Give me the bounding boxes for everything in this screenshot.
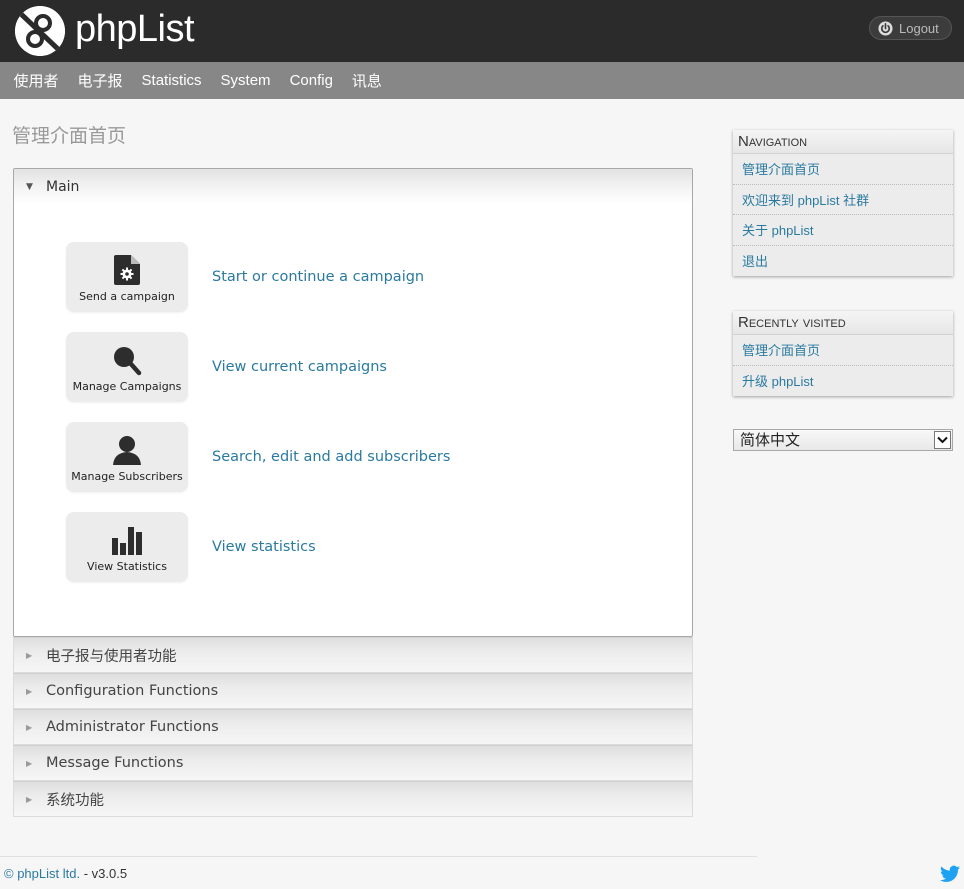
- recent-item-admin-home[interactable]: 管理介面首页: [733, 335, 953, 366]
- phplist-logo[interactable]: phpList: [15, 6, 195, 56]
- magnifier-icon: [114, 347, 142, 376]
- accordion-header-newsletter-user-functions[interactable]: ▶ 电子报与使用者功能: [14, 638, 692, 672]
- top-bar: phpList Logout: [0, 0, 964, 62]
- accordion-section-administrator-functions: ▶ Administrator Functions: [13, 709, 693, 745]
- view-statistics-tile[interactable]: View Statistics: [66, 512, 188, 582]
- user-icon: [113, 436, 141, 465]
- recent-link[interactable]: 管理介面首页: [742, 340, 820, 359]
- nav-link[interactable]: 管理介面首页: [742, 159, 820, 178]
- recently-visited-title: Recently visited: [733, 311, 953, 335]
- dashboard-accordion: ▼ Main Send a campaign Start or continue…: [13, 168, 693, 817]
- nav-item-logout[interactable]: 退出: [733, 246, 953, 277]
- recently-visited-panel: Recently visited 管理介面首页 升级 phpList: [733, 311, 953, 396]
- tile-label: Send a campaign: [79, 290, 175, 303]
- accordion-label: 系统功能: [46, 792, 104, 809]
- caret-right-icon: ▶: [26, 794, 33, 804]
- menu-item-users[interactable]: 使用者: [4, 70, 68, 91]
- nav-link[interactable]: 退出: [742, 251, 768, 270]
- nav-item-admin-home[interactable]: 管理介面首页: [733, 154, 953, 185]
- tile-row-manage-campaigns: Manage Campaigns View current campaigns: [66, 332, 387, 402]
- manage-subscribers-tile[interactable]: Manage Subscribers: [66, 422, 188, 492]
- tile-row-send-campaign: Send a campaign Start or continue a camp…: [66, 242, 424, 312]
- page-title: 管理介面首页: [12, 125, 127, 147]
- nav-link[interactable]: 关于 phpList: [742, 220, 814, 239]
- accordion-section-system-functions: ▶ 系统功能: [13, 781, 693, 817]
- recent-item-upgrade[interactable]: 升级 phpList: [733, 366, 953, 397]
- nav-item-welcome-community[interactable]: 欢迎来到 phpList 社群: [733, 185, 953, 215]
- accordion-label: Main: [46, 179, 80, 195]
- accordion-label: Message Functions: [46, 755, 184, 771]
- recent-link[interactable]: 升级 phpList: [742, 371, 814, 390]
- nav-item-about[interactable]: 关于 phpList: [733, 215, 953, 246]
- accordion-header-system-functions[interactable]: ▶ 系统功能: [14, 782, 692, 816]
- accordion-header-main[interactable]: ▼ Main: [14, 169, 692, 205]
- accordion-header-administrator-functions[interactable]: ▶ Administrator Functions: [14, 710, 692, 744]
- nav-link[interactable]: 欢迎来到 phpList 社群: [742, 190, 869, 209]
- logout-label: Logout: [899, 20, 939, 36]
- footer: © phpList ltd. - v3.0.5: [4, 866, 127, 881]
- tile-row-view-statistics: View Statistics View statistics: [66, 512, 316, 582]
- accordion-label: 电子报与使用者功能: [46, 648, 177, 665]
- manage-campaigns-tile[interactable]: Manage Campaigns: [66, 332, 188, 402]
- version-text: - v3.0.5: [80, 866, 128, 881]
- view-statistics-link[interactable]: View statistics: [212, 539, 316, 555]
- tile-label: Manage Campaigns: [72, 380, 182, 393]
- accordion-header-message-functions[interactable]: ▶ Message Functions: [14, 746, 692, 780]
- bar-chart-icon: [112, 527, 142, 555]
- language-select[interactable]: 简体中文: [733, 429, 953, 451]
- send-campaign-tile[interactable]: Send a campaign: [66, 242, 188, 312]
- caret-right-icon: ▶: [26, 758, 33, 768]
- tile-label: Manage Subscribers: [71, 470, 183, 483]
- caret-down-icon: ▼: [26, 182, 33, 192]
- caret-right-icon: ▶: [26, 722, 33, 732]
- search-subscribers-link[interactable]: Search, edit and add subscribers: [212, 449, 450, 465]
- navigation-panel: Navigation 管理介面首页 欢迎来到 phpList 社群 关于 php…: [733, 130, 953, 276]
- main-menu: 使用者 电子报 Statistics System Config 讯息: [0, 62, 964, 99]
- caret-right-icon: ▶: [26, 650, 33, 660]
- navigation-panel-title: Navigation: [733, 130, 953, 154]
- logo-text: phpList: [75, 8, 195, 50]
- menu-item-newsletters[interactable]: 电子报: [68, 70, 132, 91]
- accordion-header-configuration-functions[interactable]: ▶ Configuration Functions: [14, 674, 692, 708]
- footer-divider: [0, 856, 757, 857]
- accordion-section-message-functions: ▶ Message Functions: [13, 745, 693, 781]
- twitter-icon[interactable]: [940, 865, 960, 883]
- accordion-section-configuration-functions: ▶ Configuration Functions: [13, 673, 693, 709]
- accordion-label: Configuration Functions: [46, 683, 219, 699]
- document-gear-icon: [114, 255, 140, 285]
- start-campaign-link[interactable]: Start or continue a campaign: [212, 269, 424, 285]
- phplist-logo-icon: [15, 6, 65, 56]
- tile-label: View Statistics: [87, 560, 167, 573]
- copyright-link[interactable]: © phpList ltd.: [4, 866, 80, 881]
- caret-right-icon: ▶: [26, 686, 33, 696]
- menu-item-statistics[interactable]: Statistics: [132, 72, 211, 89]
- accordion-section-newsletter-user-functions: ▶ 电子报与使用者功能: [13, 637, 693, 673]
- menu-item-messages[interactable]: 讯息: [342, 70, 391, 91]
- tile-row-manage-subscribers: Manage Subscribers Search, edit and add …: [66, 422, 450, 492]
- menu-item-config[interactable]: Config: [280, 72, 342, 89]
- accordion-section-main: ▼ Main Send a campaign Start or continue…: [13, 168, 693, 637]
- view-campaigns-link[interactable]: View current campaigns: [212, 359, 387, 375]
- accordion-label: Administrator Functions: [46, 719, 219, 735]
- menu-item-system[interactable]: System: [211, 72, 280, 89]
- logout-button[interactable]: Logout: [869, 16, 952, 40]
- power-icon: [878, 20, 893, 36]
- chevron-down-icon[interactable]: [934, 431, 951, 449]
- language-select-value: 简体中文: [740, 431, 801, 449]
